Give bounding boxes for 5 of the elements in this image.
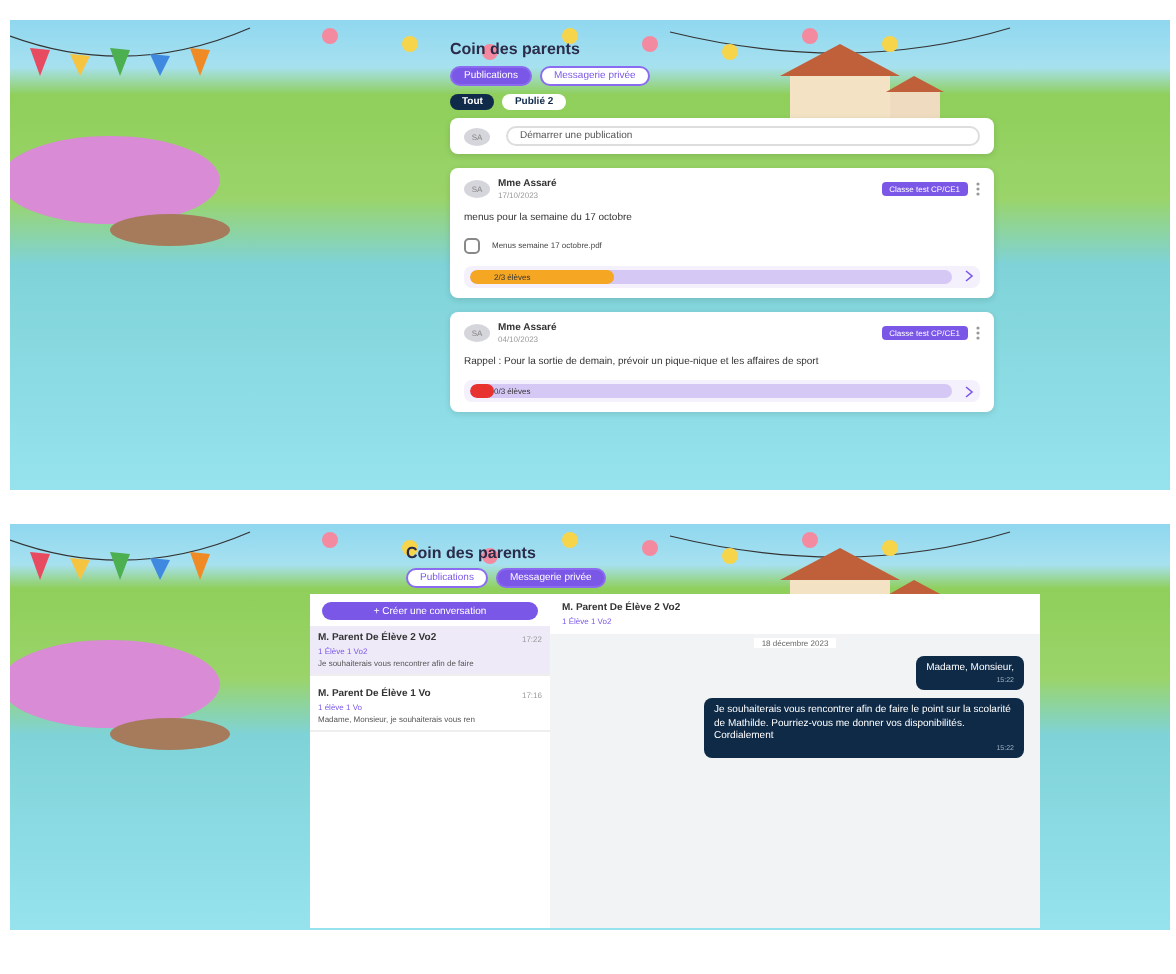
file-icon xyxy=(464,237,480,253)
chevron-icon[interactable] xyxy=(964,385,974,397)
page-title: Coin des parents xyxy=(406,544,538,562)
page-title: Coin des parents xyxy=(450,40,582,58)
chevron-icon[interactable] xyxy=(964,270,974,282)
